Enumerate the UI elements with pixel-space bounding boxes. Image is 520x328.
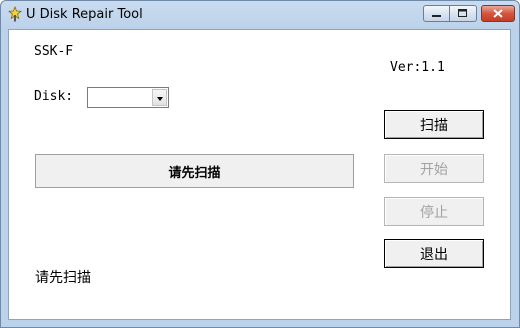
stop-button[interactable]: 停止 bbox=[384, 197, 484, 226]
exit-button[interactable]: 退出 bbox=[384, 239, 484, 268]
chevron-down-icon[interactable] bbox=[152, 89, 167, 106]
disk-select[interactable] bbox=[87, 87, 169, 108]
status-text: 请先扫描 bbox=[35, 270, 91, 286]
version-label: Ver:1.1 bbox=[390, 60, 445, 75]
device-name-label: SSK-F bbox=[34, 44, 74, 59]
minimize-icon bbox=[432, 15, 441, 17]
disk-label: Disk: bbox=[34, 89, 74, 104]
minimize-button[interactable] bbox=[423, 5, 450, 22]
start-button[interactable]: 开始 bbox=[384, 154, 484, 183]
title-bar[interactable]: U Disk Repair Tool bbox=[1, 1, 519, 29]
close-icon bbox=[493, 9, 503, 18]
scan-button[interactable]: 扫描 bbox=[384, 110, 484, 139]
close-button[interactable] bbox=[481, 5, 515, 22]
status-box: 请先扫描 bbox=[35, 154, 354, 188]
status-box-text: 请先扫描 bbox=[168, 165, 221, 181]
window-title: U Disk Repair Tool bbox=[26, 7, 143, 22]
maximize-icon bbox=[458, 9, 467, 17]
client-area: SSK-F Ver:1.1 Disk: 请先扫描 请先扫描 扫描 开始 停止 退… bbox=[8, 29, 511, 320]
app-window: U Disk Repair Tool SSK-F Ver:1.1 Disk: 请… bbox=[0, 0, 520, 328]
maximize-button[interactable] bbox=[450, 5, 477, 22]
window-controls bbox=[423, 5, 477, 23]
wand-icon bbox=[7, 6, 23, 22]
